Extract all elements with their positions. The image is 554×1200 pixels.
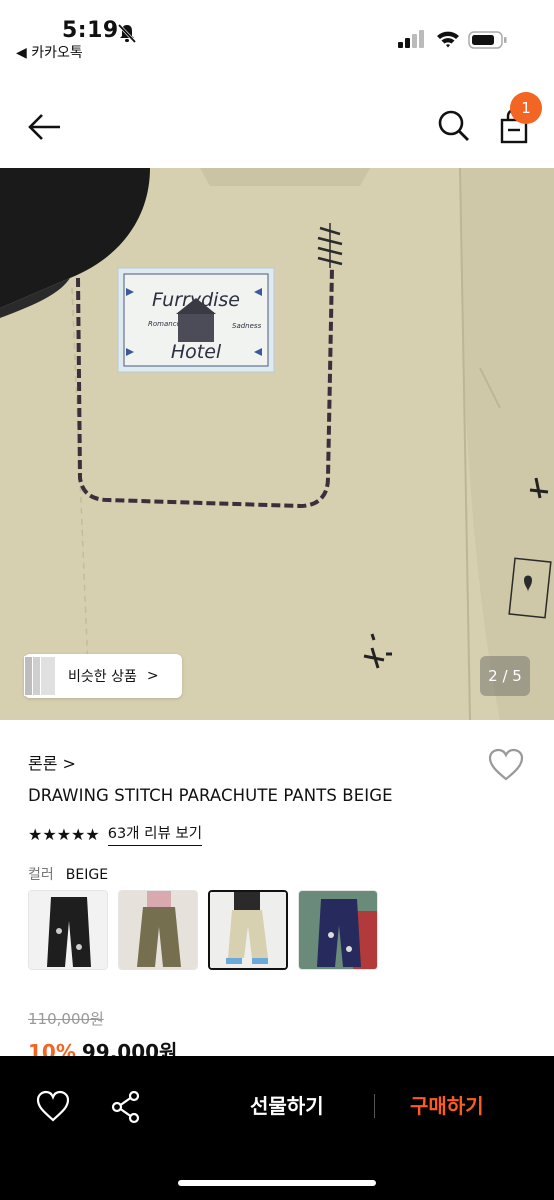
cart-count-badge: 1	[510, 92, 542, 124]
silent-bell-icon	[117, 23, 137, 44]
divider	[374, 1094, 375, 1118]
wishlist-heart-icon[interactable]	[488, 748, 524, 782]
similar-products-label: 비슷한 상품	[68, 669, 137, 685]
patch-text-right: Sadness	[232, 322, 262, 330]
similar-products-button[interactable]: 비슷한 상품 >	[24, 654, 182, 698]
bottom-action-bar: 선물하기 구매하기	[0, 1056, 554, 1200]
swatch-khaki-thumbnail	[119, 891, 197, 969]
rating-row: ★★★★★ 63개 리뷰 보기	[28, 822, 203, 846]
like-heart-icon[interactable]	[36, 1090, 70, 1124]
gift-button[interactable]: 선물하기	[250, 1090, 324, 1119]
image-counter: 2 / 5	[480, 656, 530, 696]
color-value: BEIGE	[65, 867, 109, 883]
home-indicator[interactable]	[178, 1180, 376, 1186]
signal-icon	[398, 30, 424, 48]
top-nav	[0, 90, 554, 160]
review-link[interactable]: 63개 리뷰 보기	[107, 822, 203, 846]
swatch-khaki[interactable]	[118, 890, 198, 970]
patch-text-2: Hotel	[171, 341, 222, 363]
swatch-navy[interactable]	[298, 890, 378, 970]
star-rating-icon: ★★★★★	[28, 824, 100, 844]
back-arrow-icon[interactable]	[26, 110, 66, 144]
swatch-beige[interactable]	[208, 890, 288, 970]
status-bar: 5:19 ◀ 카카오톡	[0, 0, 554, 66]
battery-icon	[468, 31, 507, 49]
color-row: 컬러 BEIGE	[28, 864, 108, 884]
swatch-black[interactable]	[28, 890, 108, 970]
patch-text-left: Romance	[148, 320, 181, 328]
product-title: DRAWING STITCH PARACHUTE PANTS BEIGE	[28, 786, 393, 805]
share-icon[interactable]	[110, 1090, 142, 1124]
product-image[interactable]: Furrydise Hotel Romance Sadness	[0, 168, 554, 720]
product-page: 5:19 ◀ 카카오톡 1 Hotel Romance Sadness 비슷한 …	[0, 0, 554, 1200]
back-to-app-link[interactable]: ◀ 카카오톡	[16, 42, 83, 62]
color-swatches	[28, 890, 378, 970]
chevron-right-icon: >	[146, 668, 159, 684]
swatch-beige-thumbnail	[210, 892, 286, 968]
product-photo: Furrydise Hotel Romance Sadness	[0, 168, 554, 720]
similar-thumbnails	[24, 654, 58, 698]
brand-link[interactable]: 론론 >	[28, 750, 76, 774]
buy-button[interactable]: 구매하기	[410, 1090, 484, 1119]
status-time: 5:19	[62, 18, 119, 43]
swatch-navy-thumbnail	[299, 891, 377, 969]
wifi-icon	[437, 31, 459, 48]
color-label: 컬러	[28, 867, 54, 883]
swatch-black-thumbnail	[29, 891, 107, 969]
original-price: 110,000원	[28, 1010, 104, 1028]
search-icon[interactable]	[436, 108, 472, 144]
